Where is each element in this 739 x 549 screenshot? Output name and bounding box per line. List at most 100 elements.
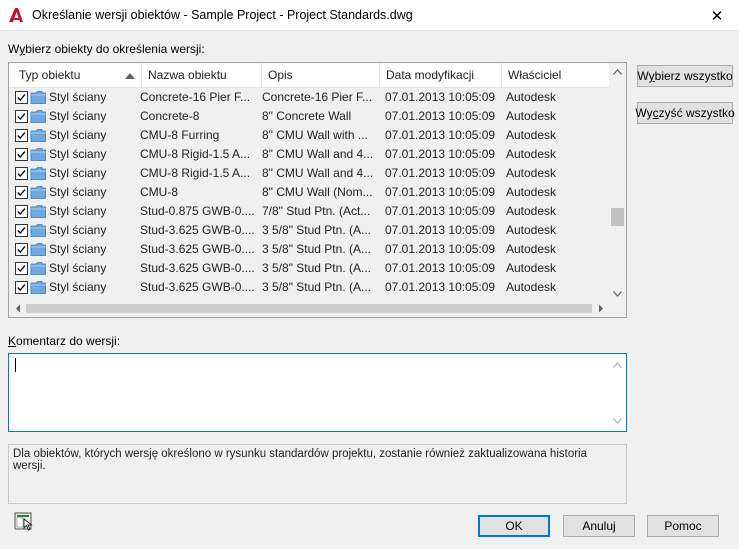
autocad-logo-icon	[9, 8, 23, 22]
table-row[interactable]: Styl ściany Stud-3.625 GWB-0.... 3 5/8" St…	[9, 259, 609, 278]
cell-description: Concrete-16 Pier F...	[262, 90, 373, 104]
row-checkbox[interactable]	[15, 129, 28, 142]
cell-type: Styl ściany	[49, 128, 107, 142]
table-row[interactable]: Styl ściany Stud-0.875 GWB-0.... 7/8" Stud…	[9, 202, 609, 221]
select-all-button[interactable]: Wy bierz wszystko	[637, 65, 733, 87]
scroll-left-icon[interactable]	[9, 300, 26, 317]
table-row[interactable]: Styl ściany Stud-3.625 GWB-0.... 3 5/8" St…	[9, 278, 609, 297]
folder-icon	[30, 109, 47, 124]
comment-scroll-down-icon[interactable]	[609, 412, 626, 429]
folder-icon	[30, 185, 47, 200]
cell-owner: Autodesk	[506, 185, 557, 199]
cell-name: CMU-8 Rigid-1.5 A...	[140, 147, 251, 161]
cell-date: 07.01.2013 10:05:09	[385, 109, 496, 123]
cell-date: 07.01.2013 10:05:09	[385, 128, 496, 142]
help-button[interactable]: Pomoc	[647, 515, 719, 537]
cell-type: Styl ściany	[49, 280, 107, 294]
cell-description: 7/8" Stud Ptn. (Act...	[262, 204, 371, 218]
folder-icon	[30, 242, 47, 257]
dialog-helper-icon[interactable]	[14, 512, 34, 532]
horizontal-scroll-thumb[interactable]	[26, 304, 592, 313]
cell-owner: Autodesk	[506, 242, 557, 256]
cell-owner: Autodesk	[506, 166, 557, 180]
cell-description: 3 5/8" Stud Ptn. (A...	[262, 242, 371, 256]
cell-owner: Autodesk	[506, 280, 557, 294]
table-row[interactable]: Styl ściany CMU-8 Rigid-1.5 A... 8" CMU Wa…	[9, 145, 609, 164]
scrollbar-corner	[609, 300, 626, 317]
folder-icon	[30, 204, 47, 219]
clear-all-button[interactable]: Wy c zyść wszystko	[635, 102, 735, 124]
cell-date: 07.01.2013 10:05:09	[385, 204, 496, 218]
cell-name: Stud-3.625 GWB-0....	[140, 261, 255, 275]
cell-type: Styl ściany	[49, 109, 107, 123]
cell-date: 07.01.2013 10:05:09	[385, 261, 496, 275]
row-checkbox[interactable]	[15, 243, 28, 256]
column-header-name[interactable]: Nazwa obiektu	[142, 63, 262, 88]
cell-owner: Autodesk	[506, 223, 557, 237]
cell-type: Styl ściany	[49, 147, 107, 161]
cell-owner: Autodesk	[506, 128, 557, 142]
row-checkbox[interactable]	[15, 186, 28, 199]
cell-name: CMU-8 Rigid-1.5 A...	[140, 166, 251, 180]
comment-label: Komentarz do wersji:	[8, 334, 121, 348]
row-checkbox[interactable]	[15, 167, 28, 180]
table-header: Typ obiektu Nazwa obiektu Opis Data mody…	[9, 63, 609, 88]
cell-name: Stud-3.625 GWB-0....	[140, 242, 255, 256]
cell-type: Styl ściany	[49, 185, 107, 199]
table-row[interactable]: Styl ściany CMU-8 8" CMU Wall (Nom... 07.01…	[9, 183, 609, 202]
table-row[interactable]: Styl ściany Stud-3.625 GWB-0.... 3 5/8" St…	[9, 240, 609, 259]
row-checkbox[interactable]	[15, 110, 28, 123]
scroll-right-icon[interactable]	[592, 300, 609, 317]
table-row[interactable]: Styl ściany CMU-8 Furring 8" CMU Wall with…	[9, 126, 609, 145]
cell-date: 07.01.2013 10:05:09	[385, 223, 496, 237]
vertical-scrollbar[interactable]	[609, 63, 626, 302]
comment-scroll-up-icon[interactable]	[609, 356, 626, 373]
cell-name: CMU-8	[140, 185, 178, 199]
close-button[interactable]: ✕	[695, 0, 739, 31]
cancel-button[interactable]: Anuluj	[563, 515, 635, 537]
column-header-type[interactable]: Typ obiektu	[9, 63, 142, 88]
table-row[interactable]: Styl ściany Concrete-16 Pier F... Concrete…	[9, 88, 609, 107]
cell-date: 07.01.2013 10:05:09	[385, 280, 496, 294]
cell-owner: Autodesk	[506, 109, 557, 123]
row-checkbox[interactable]	[15, 148, 28, 161]
text-caret	[15, 358, 16, 372]
row-checkbox[interactable]	[15, 205, 28, 218]
cell-description: 8" CMU Wall with ...	[262, 128, 368, 142]
column-header-owner[interactable]: Właściciel	[502, 63, 609, 88]
cell-date: 07.01.2013 10:05:09	[385, 147, 496, 161]
cell-description: 3 5/8" Stud Ptn. (A...	[262, 261, 371, 275]
cell-name: Stud-3.625 GWB-0....	[140, 223, 255, 237]
column-header-date[interactable]: Data modyfikacji	[380, 63, 502, 88]
objects-table: Typ obiektu Nazwa obiektu Opis Data mody…	[8, 62, 627, 318]
close-icon: ✕	[710, 7, 724, 25]
horizontal-scrollbar[interactable]	[9, 300, 609, 317]
vertical-scroll-thumb[interactable]	[611, 208, 624, 226]
row-checkbox[interactable]	[15, 91, 28, 104]
select-objects-label: Wybierz obiekty do określenia wersji:	[8, 42, 205, 56]
cell-type: Styl ściany	[49, 90, 107, 104]
column-header-description[interactable]: Opis	[262, 63, 380, 88]
table-row[interactable]: Styl ściany Stud-3.625 GWB-0.... 3 5/8" St…	[9, 221, 609, 240]
cell-description: 8" CMU Wall (Nom...	[262, 185, 373, 199]
cell-name: Concrete-16 Pier F...	[140, 90, 251, 104]
ok-button[interactable]: OK	[478, 515, 550, 537]
cell-date: 07.01.2013 10:05:09	[385, 90, 496, 104]
comment-scrollbar[interactable]	[609, 354, 626, 431]
row-checkbox[interactable]	[15, 262, 28, 275]
table-row[interactable]: Styl ściany CMU-8 Rigid-1.5 A... 8" CMU Wa…	[9, 164, 609, 183]
row-checkbox[interactable]	[15, 224, 28, 237]
sort-ascending-icon	[125, 73, 135, 79]
folder-icon	[30, 261, 47, 276]
cell-type: Styl ściany	[49, 166, 107, 180]
title-bar: Określanie wersji obiektów - Sample Proj…	[0, 0, 739, 31]
cell-name: CMU-8 Furring	[140, 128, 220, 142]
cell-description: 8" Concrete Wall	[262, 109, 352, 123]
cell-type: Styl ściany	[49, 242, 107, 256]
table-row[interactable]: Styl ściany Concrete-8 8" Concrete Wall 07.…	[9, 107, 609, 126]
scroll-up-icon[interactable]	[609, 63, 626, 80]
row-checkbox[interactable]	[15, 281, 28, 294]
cell-date: 07.01.2013 10:05:09	[385, 166, 496, 180]
comment-input[interactable]	[8, 353, 627, 432]
cell-type: Styl ściany	[49, 261, 107, 275]
